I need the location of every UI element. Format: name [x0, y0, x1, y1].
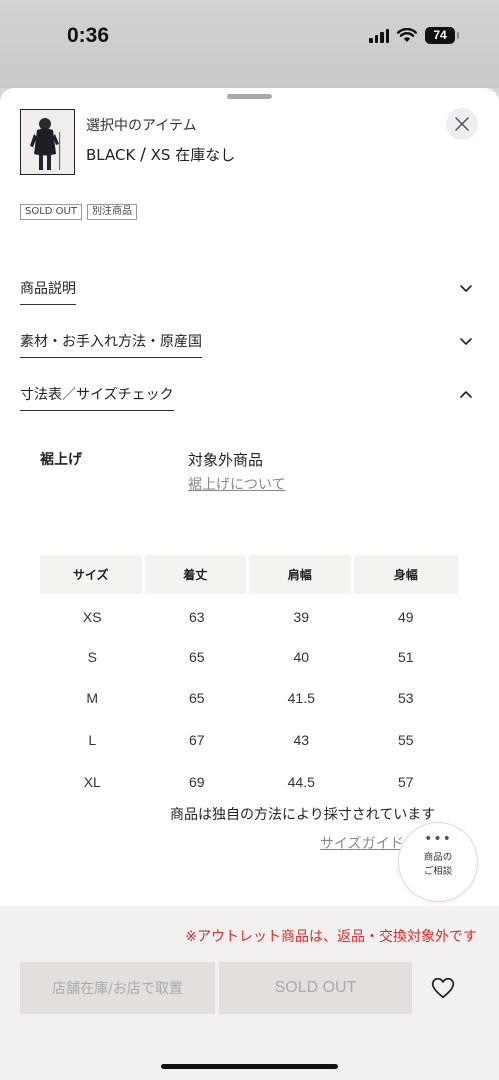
measurement-note: 商品は独自の方法により採寸されています [170, 807, 436, 823]
table-cell: 53 [397, 690, 414, 707]
size-table-header-cell: 肩幅 [249, 555, 354, 594]
sold-out-button[interactable]: SOLD OUT [219, 962, 412, 1014]
variant-separator: / [140, 145, 146, 165]
table-cell: 49 [397, 608, 414, 625]
wifi-icon [397, 28, 417, 42]
table-cell: XS [82, 608, 102, 625]
size-guide-link[interactable]: サイズガイド [320, 833, 404, 853]
table-cell: 51 [397, 648, 414, 665]
table-cell: 40 [293, 648, 310, 665]
status-bar: 0:36 74 [0, 0, 499, 88]
table-cell: L [88, 731, 97, 748]
table-cell: 69 [188, 773, 205, 790]
size-table-header-cell: 着丈 [144, 555, 249, 594]
table-cell: 44.5 [287, 773, 315, 790]
accordion-materials[interactable]: 素材・お手入れ方法・原産国 [0, 331, 499, 361]
size-table-header-cell: 身幅 [353, 555, 458, 594]
more-dots-icon: ••• [424, 831, 452, 847]
table-cell: 55 [397, 731, 414, 748]
item-sheet: 選択中のアイテム BLACK / XS 在庫なし SOLD OUT 別注商品 商… [0, 88, 499, 1080]
table-cell: 41.5 [287, 690, 315, 707]
store-stock-button[interactable]: 店舗在庫/お店で取置 [20, 962, 215, 1014]
size-table: サイズ 着丈 肩幅 身幅 XS 63 39 49 S 65 40 51 M 65 [40, 555, 458, 802]
table-cell: 43 [293, 731, 310, 748]
accordion-materials-title: 素材・お手入れ方法・原産国 [20, 331, 202, 358]
sheet-grabber[interactable] [227, 94, 272, 99]
table-cell: 67 [188, 731, 205, 748]
selected-item-header: 選択中のアイテム BLACK / XS 在庫なし [0, 102, 499, 192]
hem-label: 裾上げ [40, 452, 82, 468]
consult-button[interactable]: ••• 商品の ご相談 [398, 822, 478, 902]
special-order-badge: 別注商品 [86, 204, 137, 220]
chevron-down-icon [460, 338, 472, 345]
status-time: 0:36 [67, 24, 110, 47]
footer-bar: ※アウトレット商品は、返品・交換対象外です 店舗在庫/お店で取置 SOLD OU… [0, 906, 499, 1080]
table-row: XL 69 44.5 57 [40, 761, 458, 803]
table-row: L 67 43 55 [40, 719, 458, 761]
accordion-size-chart-title: 寸法表／サイズチェック [20, 384, 174, 411]
status-icons: 74 [369, 27, 459, 44]
stock-status: 在庫なし [175, 146, 236, 164]
table-cell: 57 [397, 773, 414, 790]
table-cell: 39 [293, 608, 310, 625]
variant-color: BLACK [86, 146, 136, 164]
table-row: XS 63 39 49 [40, 594, 458, 636]
sold-out-badge: SOLD OUT [20, 204, 82, 220]
hem-info-link[interactable]: 裾上げについて [188, 474, 286, 494]
table-cell: 63 [188, 608, 205, 625]
size-table-header: サイズ 着丈 肩幅 身幅 [40, 555, 458, 594]
accordion-description-title: 商品説明 [20, 278, 76, 305]
table-cell: 65 [188, 648, 205, 665]
selected-item-caption: 選択中のアイテム [86, 118, 197, 134]
table-cell: S [87, 648, 97, 665]
consult-label-line2: ご相談 [423, 866, 453, 877]
chevron-up-icon [460, 391, 472, 398]
home-indicator [161, 1064, 338, 1069]
table-row: S 65 40 51 [40, 636, 458, 678]
table-cell: M [86, 690, 99, 707]
variant-size: XS [150, 146, 171, 164]
outlet-return-notice: ※アウトレット商品は、返品・交換対象外です [185, 929, 477, 945]
signal-icon [369, 28, 389, 43]
heart-icon[interactable] [430, 975, 456, 1001]
selected-item-variant: BLACK / XS 在庫なし [86, 144, 235, 165]
badges: SOLD OUT 別注商品 [20, 204, 137, 220]
hem-value: 対象外商品 [188, 451, 264, 469]
close-icon [455, 117, 469, 131]
size-table-header-cell: サイズ [40, 555, 145, 594]
close-button[interactable] [446, 108, 478, 140]
table-cell: XL [83, 773, 101, 790]
battery-icon: 74 [425, 27, 459, 44]
accordion-description[interactable]: 商品説明 [0, 278, 499, 308]
consult-label-line1: 商品の [423, 852, 453, 863]
accordion-size-chart[interactable]: 寸法表／サイズチェック [0, 384, 499, 414]
item-thumbnail [20, 109, 75, 175]
chevron-down-icon [460, 285, 472, 292]
table-row: M 65 41.5 53 [40, 677, 458, 719]
table-cell: 65 [188, 690, 205, 707]
